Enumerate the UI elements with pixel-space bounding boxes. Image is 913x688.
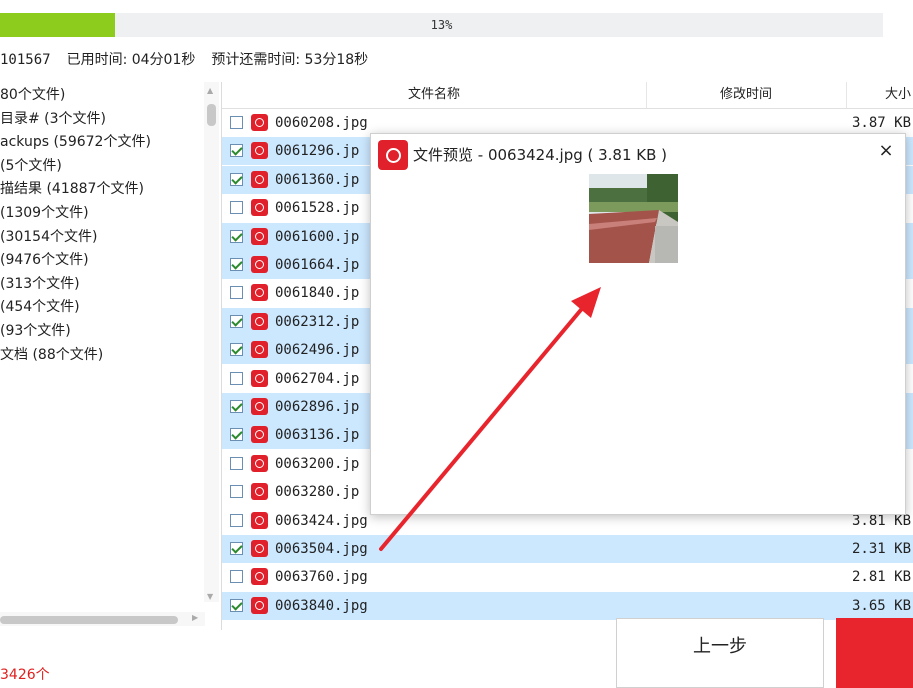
file-name: 0061664.jp: [275, 257, 360, 273]
file-preview-dialog: 文件预览 - 0063424.jpg ( 3.81 KB ) ×: [370, 133, 906, 515]
image-file-icon: [251, 398, 268, 415]
file-size: 2.31 KB: [852, 541, 912, 557]
tree-horizontal-scrollbar[interactable]: ▶: [0, 612, 205, 626]
scan-progress-bar: 13%: [0, 13, 883, 37]
tree-item[interactable]: 文档 (88个文件): [0, 344, 103, 367]
tree-item[interactable]: (1309个文件): [0, 202, 89, 225]
file-name: 0063424.jpg: [275, 512, 368, 529]
row-checkbox[interactable]: [230, 116, 243, 129]
image-file-icon: [251, 341, 268, 359]
file-name: 0061840.jp: [275, 285, 360, 302]
row-checkbox[interactable]: [230, 314, 243, 328]
image-file-icon: [251, 454, 268, 472]
scroll-right-icon[interactable]: ▶: [192, 613, 198, 622]
file-name: 0062896.jp: [275, 399, 360, 415]
progress-percent: 13%: [430, 18, 453, 32]
remaining-time: 预计还需时间: 53分18秒: [211, 52, 369, 68]
file-row[interactable]: 0063840.jpg 3.65 KB: [222, 591, 913, 620]
tree-item[interactable]: (313个文件): [0, 273, 80, 296]
preview-title: 文件预览 - 0063424.jpg ( 3.81 KB ): [413, 146, 668, 164]
row-checkbox[interactable]: [230, 485, 243, 499]
found-count: 3426个: [0, 667, 50, 683]
image-file-icon: [251, 312, 268, 330]
row-checkbox[interactable]: [230, 172, 243, 186]
row-checkbox[interactable]: [230, 456, 243, 470]
list-header: 文件名称 修改时间 大小: [222, 82, 913, 109]
close-icon[interactable]: ×: [875, 138, 897, 164]
folder-tree[interactable]: 80个文件) 目录# (3个文件) ackups (59672个文件) (5个文件)…: [0, 82, 222, 630]
scroll-up-icon[interactable]: ▲: [207, 86, 213, 95]
tree-item[interactable]: (93个文件): [0, 320, 71, 343]
image-file-icon: [251, 483, 268, 501]
elapsed-time: 已用时间: 04分01秒: [66, 52, 196, 68]
row-checkbox[interactable]: [230, 258, 243, 271]
scroll-down-icon[interactable]: ▼: [207, 592, 213, 601]
file-name: 0063504.jpg: [275, 541, 368, 557]
next-button[interactable]: [836, 618, 913, 688]
tree-item[interactable]: (30154个文件): [0, 226, 97, 249]
row-checkbox[interactable]: [230, 542, 243, 555]
image-file-icon: [251, 596, 268, 614]
column-header-name[interactable]: 文件名称: [222, 82, 647, 108]
row-checkbox[interactable]: [230, 371, 243, 385]
tree-item[interactable]: 目录# (3个文件): [0, 108, 106, 131]
file-name: 0063136.jp: [275, 427, 360, 444]
tree-item[interactable]: (5个文件): [0, 155, 62, 178]
file-name: 0062496.jp: [275, 342, 360, 359]
tree-item[interactable]: (9476个文件): [0, 249, 89, 272]
row-checkbox[interactable]: [230, 400, 243, 413]
preview-thumbnail: [589, 174, 678, 263]
tree-item[interactable]: (454个文件): [0, 296, 80, 319]
column-header-size[interactable]: 大小: [846, 82, 913, 108]
tree-item[interactable]: 80个文件): [0, 84, 65, 107]
file-name: 0061296.jp: [275, 143, 360, 160]
file-name: 0063840.jpg: [275, 597, 368, 614]
image-file-icon: [251, 114, 268, 131]
tree-item[interactable]: ackups (59672个文件): [0, 131, 151, 154]
file-name: 0062704.jp: [275, 370, 360, 387]
tree-item[interactable]: 描结果 (41887个文件): [0, 178, 144, 201]
file-size: 2.81 KB: [852, 569, 912, 586]
file-name: 0061600.jp: [275, 228, 360, 245]
app-logo-icon: [378, 140, 408, 170]
image-file-icon: [251, 426, 268, 444]
row-checkbox[interactable]: [230, 286, 243, 300]
row-checkbox[interactable]: [230, 144, 243, 158]
file-name: 0063200.jp: [275, 455, 360, 472]
scrollbar-thumb[interactable]: [0, 616, 178, 624]
column-header-modified[interactable]: 修改时间: [646, 82, 847, 108]
file-name: 0063280.jp: [275, 484, 360, 501]
file-name: 0063760.jpg: [275, 569, 368, 586]
file-row[interactable]: 0063760.jpg 2.81 KB: [222, 563, 913, 591]
row-checkbox[interactable]: [230, 201, 243, 215]
tree-vertical-scrollbar[interactable]: ▲ ▼: [204, 82, 219, 602]
row-checkbox[interactable]: [230, 513, 243, 527]
row-checkbox[interactable]: [230, 570, 243, 584]
scan-status: 101567 已用时间: 04分01秒 预计还需时间: 53分18秒: [0, 48, 384, 72]
row-checkbox[interactable]: [230, 598, 243, 612]
image-file-icon: [251, 511, 268, 529]
back-button[interactable]: 上一步: [616, 618, 824, 688]
image-file-icon: [251, 142, 268, 160]
file-name: 0061360.jp: [275, 171, 360, 188]
file-name: 0062312.jp: [275, 313, 360, 330]
image-file-icon: [251, 256, 268, 273]
image-file-icon: [251, 540, 268, 557]
file-row[interactable]: 0063504.jpg 2.31 KB: [222, 535, 913, 563]
row-checkbox[interactable]: [230, 343, 243, 357]
scan-count: 101567: [0, 52, 51, 68]
file-name: 0060208.jpg: [275, 115, 368, 131]
image-file-icon: [251, 369, 268, 387]
row-checkbox[interactable]: [230, 229, 243, 243]
scrollbar-thumb[interactable]: [207, 104, 216, 126]
image-file-icon: [251, 568, 268, 586]
image-file-icon: [251, 170, 268, 188]
file-size: 3.65 KB: [852, 597, 912, 614]
row-checkbox[interactable]: [230, 428, 243, 442]
file-name: 0061528.jp: [275, 200, 360, 217]
image-file-icon: [251, 199, 268, 217]
image-file-icon: [251, 227, 268, 245]
image-file-icon: [251, 284, 268, 302]
